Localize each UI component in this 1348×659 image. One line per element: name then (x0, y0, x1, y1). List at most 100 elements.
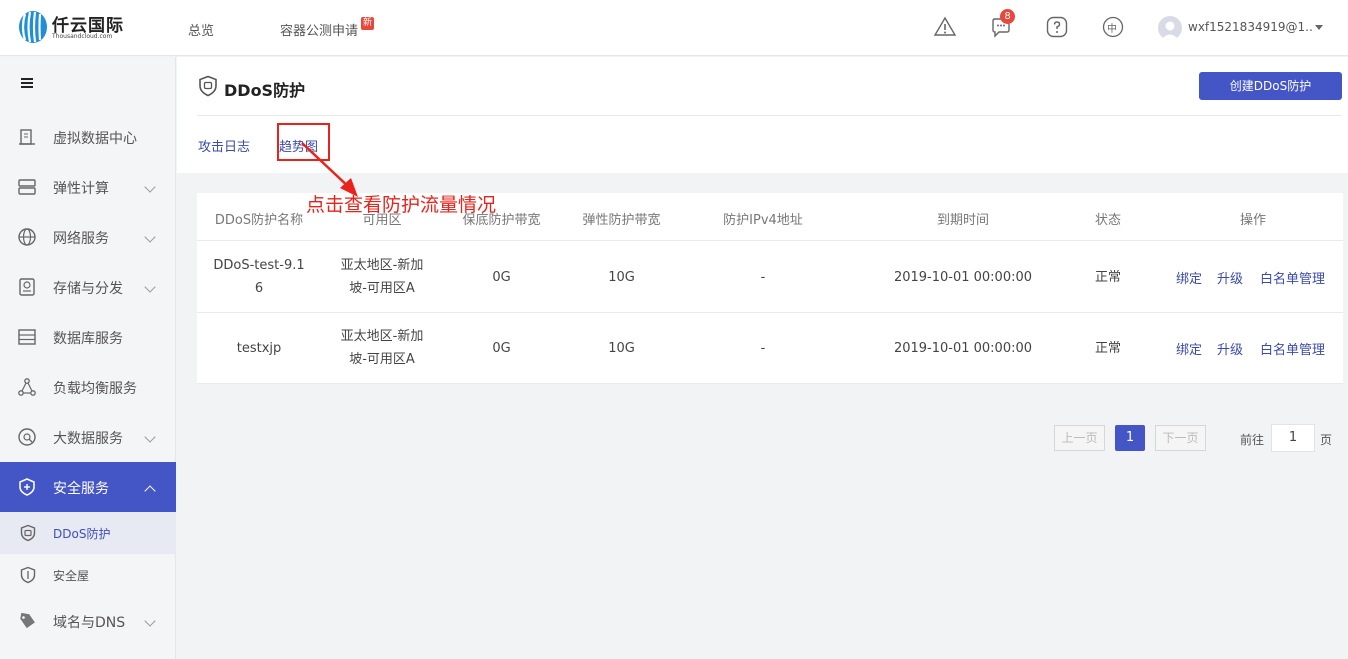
sidebar-item-label: 网络服务 (53, 231, 109, 247)
whitelist-link[interactable]: 白名单管理 (1260, 268, 1325, 287)
next-page-button[interactable]: 下一页 (1155, 425, 1206, 451)
page-number-current[interactable]: 1 (1115, 425, 1145, 451)
whitelist-link[interactable]: 白名单管理 (1260, 339, 1325, 358)
user-avatar-icon (1161, 21, 1179, 40)
goto-label: 前往 (1240, 433, 1265, 447)
compute-icon (18, 179, 36, 195)
page-unit-label: 页 (1320, 433, 1333, 447)
tab-attack-log[interactable]: 攻击日志 (198, 136, 250, 155)
security-icon (19, 478, 35, 496)
sidebar-item-label: 弹性计算 (53, 181, 109, 197)
user-name[interactable]: wxf1521834919@1... (1188, 20, 1312, 34)
logo-mark-icon (19, 11, 47, 43)
chevron-down-icon (144, 281, 156, 293)
col-expire: 到期时间 (936, 213, 989, 228)
sidebar: 虚拟数据中心 弹性计算 网络服务 存储与分发 数据库服务 负载均衡服务 大数据服… (0, 57, 176, 659)
cell-zone-line: 坡-可用区A (349, 352, 415, 367)
sidebar-item-domain-dns[interactable]: 域名与DNS (0, 596, 176, 646)
warning-icon[interactable] (933, 15, 957, 39)
cell-ipv4: - (760, 341, 766, 356)
bigdata-icon (18, 428, 36, 446)
col-status: 状态 (1094, 213, 1121, 228)
cell-base-bandwidth: 0G (492, 270, 511, 285)
chevron-down-icon (144, 615, 156, 627)
sidebar-item-label: 虚拟数据中心 (53, 131, 137, 147)
chevron-up-icon (144, 485, 156, 497)
sidebar-item-big-data[interactable]: 大数据服务 (0, 412, 176, 462)
sidebar-item-network[interactable]: 网络服务 (0, 212, 176, 262)
cell-zone: 亚太地区-新加 坡-可用区A (327, 325, 437, 371)
cell-zone-line: 亚太地区-新加 (340, 258, 424, 273)
sidebar-item-database[interactable]: 数据库服务 (0, 312, 176, 362)
safe-house-icon (20, 566, 36, 584)
cell-name-line: testxjp (236, 341, 282, 356)
sidebar-item-virtual-datacenter[interactable]: 虚拟数据中心 (0, 112, 176, 162)
cell-expire: 2019-10-01 00:00:00 (893, 270, 1033, 285)
divider (197, 115, 1342, 116)
chevron-down-icon (144, 431, 156, 443)
chevron-down-icon (144, 181, 156, 193)
table-row: testxjp 亚太地区-新加 坡-可用区A 0G 10G - 2019-10-… (197, 313, 1343, 384)
chevron-down-icon (144, 231, 156, 243)
brand-subtitle: Thousandcloud.com (52, 33, 113, 40)
sidebar-item-label: 大数据服务 (53, 431, 123, 447)
cell-elastic-bandwidth: 10G (608, 270, 635, 285)
sidebar-item-label: 存储与分发 (53, 281, 123, 297)
col-ipv4: 防护IPv4地址 (723, 213, 803, 228)
sidebar-subitem-ddos[interactable]: DDoS防护 (0, 512, 176, 554)
bind-link[interactable]: 绑定 (1176, 268, 1202, 287)
sidebar-item-storage[interactable]: 存储与分发 (0, 262, 176, 312)
cell-name-line: 6 (254, 281, 264, 296)
page-title: DDoS防护 (224, 81, 306, 100)
sidebar-subitem-label: DDoS防护 (53, 527, 111, 541)
cell-name: testxjp (203, 337, 315, 360)
annotation-text: 点击查看防护流量情况 (306, 194, 497, 216)
cell-zone-line: 亚太地区-新加 (340, 329, 424, 344)
col-actions: 操作 (1239, 213, 1266, 228)
load-balancer-icon (18, 378, 36, 396)
datacenter-icon (19, 129, 35, 145)
cell-name: DDoS-test-9.1 6 (203, 254, 315, 300)
sidebar-item-label: 负载均衡服务 (53, 381, 137, 397)
goto-page-input[interactable]: 1 (1271, 424, 1315, 452)
help-icon[interactable] (1045, 15, 1069, 39)
cell-expire: 2019-10-01 00:00:00 (893, 341, 1033, 356)
cell-zone: 亚太地区-新加 坡-可用区A (327, 254, 437, 300)
cell-status: 正常 (1094, 341, 1121, 356)
message-count-badge: 8 (1000, 9, 1015, 24)
cell-status: 正常 (1094, 270, 1121, 285)
database-icon (18, 329, 36, 345)
language-switch[interactable]: 中 (1101, 15, 1125, 39)
top-bar: 仟云国际 Thousandcloud.com 总览 容器公测申请新 8 中 wx… (0, 0, 1348, 56)
brand-logo[interactable]: 仟云国际 Thousandcloud.com (18, 10, 128, 44)
col-elastic-bandwidth: 弹性防护带宽 (582, 213, 661, 228)
cell-ipv4: - (760, 270, 766, 285)
sidebar-item-security[interactable]: 安全服务 (0, 462, 176, 512)
prev-page-button[interactable]: 上一页 (1054, 425, 1105, 451)
bind-link[interactable]: 绑定 (1176, 339, 1202, 358)
nav-overview-label: 总览 (188, 24, 215, 39)
storage-icon (19, 278, 35, 296)
sidebar-subitem-label: 安全屋 (53, 569, 90, 583)
cell-elastic-bandwidth: 10G (608, 341, 635, 356)
upgrade-link[interactable]: 升级 (1217, 268, 1243, 287)
menu-toggle-icon[interactable] (21, 78, 33, 88)
avatar[interactable] (1158, 16, 1182, 40)
nav-overview[interactable]: 总览 (188, 20, 214, 39)
domain-icon (20, 612, 35, 629)
new-badge: 新 (361, 17, 375, 30)
network-icon (18, 228, 36, 246)
nav-container-beta[interactable]: 容器公测申请新 (280, 17, 375, 39)
user-menu-caret-icon[interactable] (1315, 25, 1323, 30)
sidebar-subitem-safe-house[interactable]: 安全屋 (0, 554, 176, 596)
sidebar-item-elastic-compute[interactable]: 弹性计算 (0, 162, 176, 212)
upgrade-link[interactable]: 升级 (1217, 339, 1243, 358)
language-label: 中 (1107, 24, 1117, 35)
create-ddos-button[interactable]: 创建DDoS防护 (1199, 72, 1342, 100)
sidebar-item-label: 域名与DNS (53, 615, 126, 631)
nav-container-beta-label: 容器公测申请 (280, 24, 359, 39)
ddos-table: DDoS防护名称 可用区 保底防护带宽 弹性防护带宽 防护IPv4地址 到期时间… (197, 193, 1343, 384)
table-row: DDoS-test-9.1 6 亚太地区-新加 坡-可用区A 0G 10G - … (197, 242, 1343, 313)
sidebar-item-load-balancer[interactable]: 负载均衡服务 (0, 362, 176, 412)
sidebar-item-label: 安全服务 (53, 481, 109, 497)
